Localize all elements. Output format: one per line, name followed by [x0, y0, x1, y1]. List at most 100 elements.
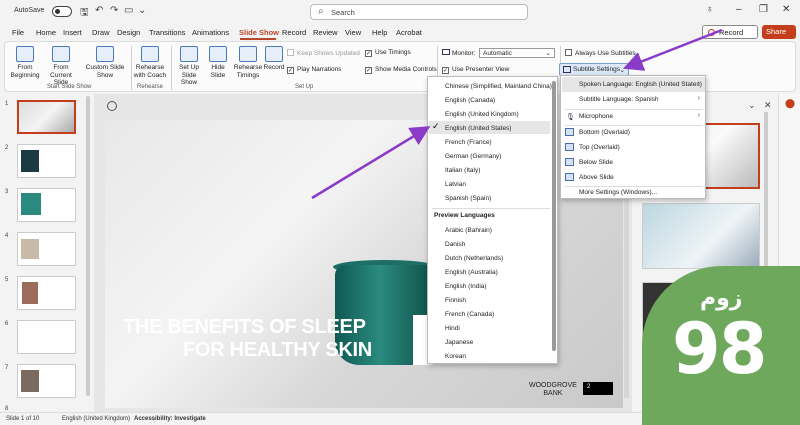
present-icon[interactable]: ▭	[124, 5, 133, 16]
redo-icon[interactable]: ↷	[110, 5, 118, 16]
tab-record[interactable]: Record	[282, 28, 306, 37]
slide-thumbnail-2[interactable]	[17, 144, 76, 178]
language-item[interactable]: Italian (Italy)	[445, 167, 480, 174]
language-item[interactable]: French (France)	[445, 139, 492, 146]
status-language[interactable]: English (United Kingdom)	[62, 416, 130, 422]
bottom-overlaid-item[interactable]: Bottom (Overlaid)	[579, 129, 630, 136]
language-item[interactable]: Spanish (Spain)	[445, 195, 491, 202]
spoken-language-item[interactable]: Spoken Language: English (United States)	[579, 81, 702, 88]
keep-shows-updated-checkbox[interactable]: Keep Shows Updated	[287, 49, 360, 57]
microphone-item[interactable]: Microphone	[579, 113, 613, 120]
save-icon[interactable]: 🖫	[80, 5, 89, 22]
set-up-slide-show-button[interactable]: Set Up Slide Show	[173, 46, 205, 87]
lightbulb-icon[interactable]: ♁	[706, 4, 714, 15]
subtitle-settings-label: Subtitle Settings	[573, 66, 620, 73]
tab-transitions[interactable]: Transitions	[149, 28, 185, 37]
custom-slide-show-button[interactable]: Custom Slide Show	[83, 46, 127, 79]
below-slide-item[interactable]: Below Slide	[579, 159, 613, 166]
slide-thumbnail-3[interactable]	[17, 188, 76, 222]
tab-home[interactable]: Home	[36, 28, 56, 37]
thumb-image	[21, 150, 39, 172]
group-rehearse: Rehearse	[137, 84, 164, 90]
slide-thumbnail-6[interactable]	[17, 320, 76, 354]
customize-qat-icon[interactable]: ⌄	[138, 5, 146, 16]
monitor-select[interactable]: Automatic ⌄	[479, 48, 555, 58]
preview-language-item[interactable]: Japanese	[445, 339, 473, 346]
restore-icon[interactable]: ❐	[759, 4, 768, 15]
minimize-icon[interactable]: –	[736, 4, 742, 15]
preview-language-item[interactable]: Dutch (Netherlands)	[445, 255, 503, 262]
above-slide-item[interactable]: Above Slide	[579, 174, 614, 181]
preview-language-item[interactable]: English (Australia)	[445, 269, 498, 276]
more-settings-item[interactable]: More Settings (Windows)...	[579, 189, 657, 196]
slide-thumbnail-7[interactable]	[17, 364, 76, 398]
monitor-label: Monitor:	[442, 49, 475, 57]
record-dot-icon	[708, 29, 715, 36]
status-accessibility[interactable]: Accessibility: Investigate	[134, 416, 206, 422]
tab-draw[interactable]: Draw	[92, 28, 110, 37]
tab-animations[interactable]: Animations	[192, 28, 229, 37]
top-overlaid-item[interactable]: Top (Overlaid)	[579, 144, 620, 151]
slide-title-line-2: FOR HEALTHY SKIN	[183, 339, 372, 361]
microphone-icon: 🎙	[566, 114, 575, 121]
preview-language-item[interactable]: Arabic (Bahrain)	[445, 227, 492, 234]
tab-view[interactable]: View	[345, 28, 361, 37]
language-item[interactable]: Chinese (Simplified, Mainland China)	[445, 83, 552, 90]
rehearse-timings-button[interactable]: Rehearse Timings	[233, 46, 263, 79]
close-icon[interactable]: ✕	[782, 4, 790, 15]
preview-language-item[interactable]: Danish	[445, 241, 465, 248]
checkbox-box: ✓	[287, 67, 294, 74]
preview-language-item[interactable]: Hindi	[445, 325, 460, 332]
use-presenter-view-checkbox[interactable]: ✓ Use Presenter View	[442, 66, 509, 74]
design-idea-2[interactable]	[642, 203, 760, 269]
tab-acrobat[interactable]: Acrobat	[396, 28, 422, 37]
rehearse-with-coach-button[interactable]: Rehearse with Coach	[133, 46, 167, 79]
language-menu-scrollbar[interactable]	[552, 81, 556, 351]
thumbnail-scrollbar[interactable]	[86, 96, 90, 396]
subtitle-language-item[interactable]: Subtitle Language: Spanish	[579, 96, 659, 103]
language-item[interactable]: English (United Kingdom)	[445, 111, 519, 118]
slide-thumbnail-1[interactable]	[17, 100, 76, 134]
close-pane-icon[interactable]: ✕	[764, 100, 772, 111]
tab-help[interactable]: Help	[372, 28, 387, 37]
thumb-image	[22, 282, 38, 304]
slide-thumbnail-5[interactable]	[17, 276, 76, 310]
designer-icon[interactable]: ⬤	[785, 98, 795, 109]
tab-slide-show[interactable]: Slide Show	[239, 28, 279, 37]
search-box[interactable]: ⌕ Search	[310, 4, 528, 20]
from-current-slide-button[interactable]: From Current Slide	[43, 46, 79, 87]
designer-toggle-icon[interactable]	[107, 101, 117, 111]
language-item[interactable]: German (Germany)	[445, 153, 501, 160]
slide-title[interactable]: THE BENEFITS OF SLEEP FOR HEALTHY SKIN	[123, 316, 423, 362]
play-narrations-checkbox[interactable]: ✓ Play Narrations	[287, 66, 341, 74]
share-button[interactable]: Share	[762, 25, 796, 39]
pane-options-icon[interactable]: ⌄	[748, 100, 756, 111]
slide-thumbnail-4[interactable]	[17, 232, 76, 266]
use-presenter-view-label: Use Presenter View	[452, 66, 510, 73]
language-item-selected[interactable]: English (United States)	[445, 125, 511, 132]
language-item[interactable]: Latvian	[445, 181, 466, 188]
autosave-toggle[interactable]	[52, 6, 72, 17]
show-media-controls-checkbox[interactable]: ✓ Show Media Controls	[365, 66, 437, 74]
custom-show-icon	[96, 46, 114, 62]
always-use-subtitles-label: Always Use Subtitles	[575, 50, 636, 57]
subtitle-icon	[563, 66, 571, 73]
hide-slide-button[interactable]: Hide Slide	[206, 46, 230, 79]
preview-language-item[interactable]: English (India)	[445, 283, 487, 290]
record-ribbon-button[interactable]: Record	[263, 46, 285, 72]
preview-language-item[interactable]: French (Canada)	[445, 311, 494, 318]
tab-review[interactable]: Review	[313, 28, 338, 37]
from-current-label: From Current Slide	[50, 64, 72, 86]
record-button[interactable]: Record	[702, 25, 758, 39]
chevron-right-icon: ›	[697, 80, 700, 87]
preview-language-item[interactable]: Finnish	[445, 297, 466, 304]
undo-icon[interactable]: ↶	[95, 5, 103, 16]
always-use-subtitles-checkbox[interactable]: Always Use Subtitles	[565, 49, 636, 57]
tab-file[interactable]: File	[12, 28, 24, 37]
tab-design[interactable]: Design	[117, 28, 140, 37]
from-beginning-button[interactable]: From Beginning	[9, 46, 41, 79]
use-timings-checkbox[interactable]: ✓ Use Timings	[365, 49, 411, 57]
language-item[interactable]: English (Canada)	[445, 97, 495, 104]
tab-insert[interactable]: Insert	[63, 28, 82, 37]
preview-language-item[interactable]: Korean	[445, 353, 466, 360]
